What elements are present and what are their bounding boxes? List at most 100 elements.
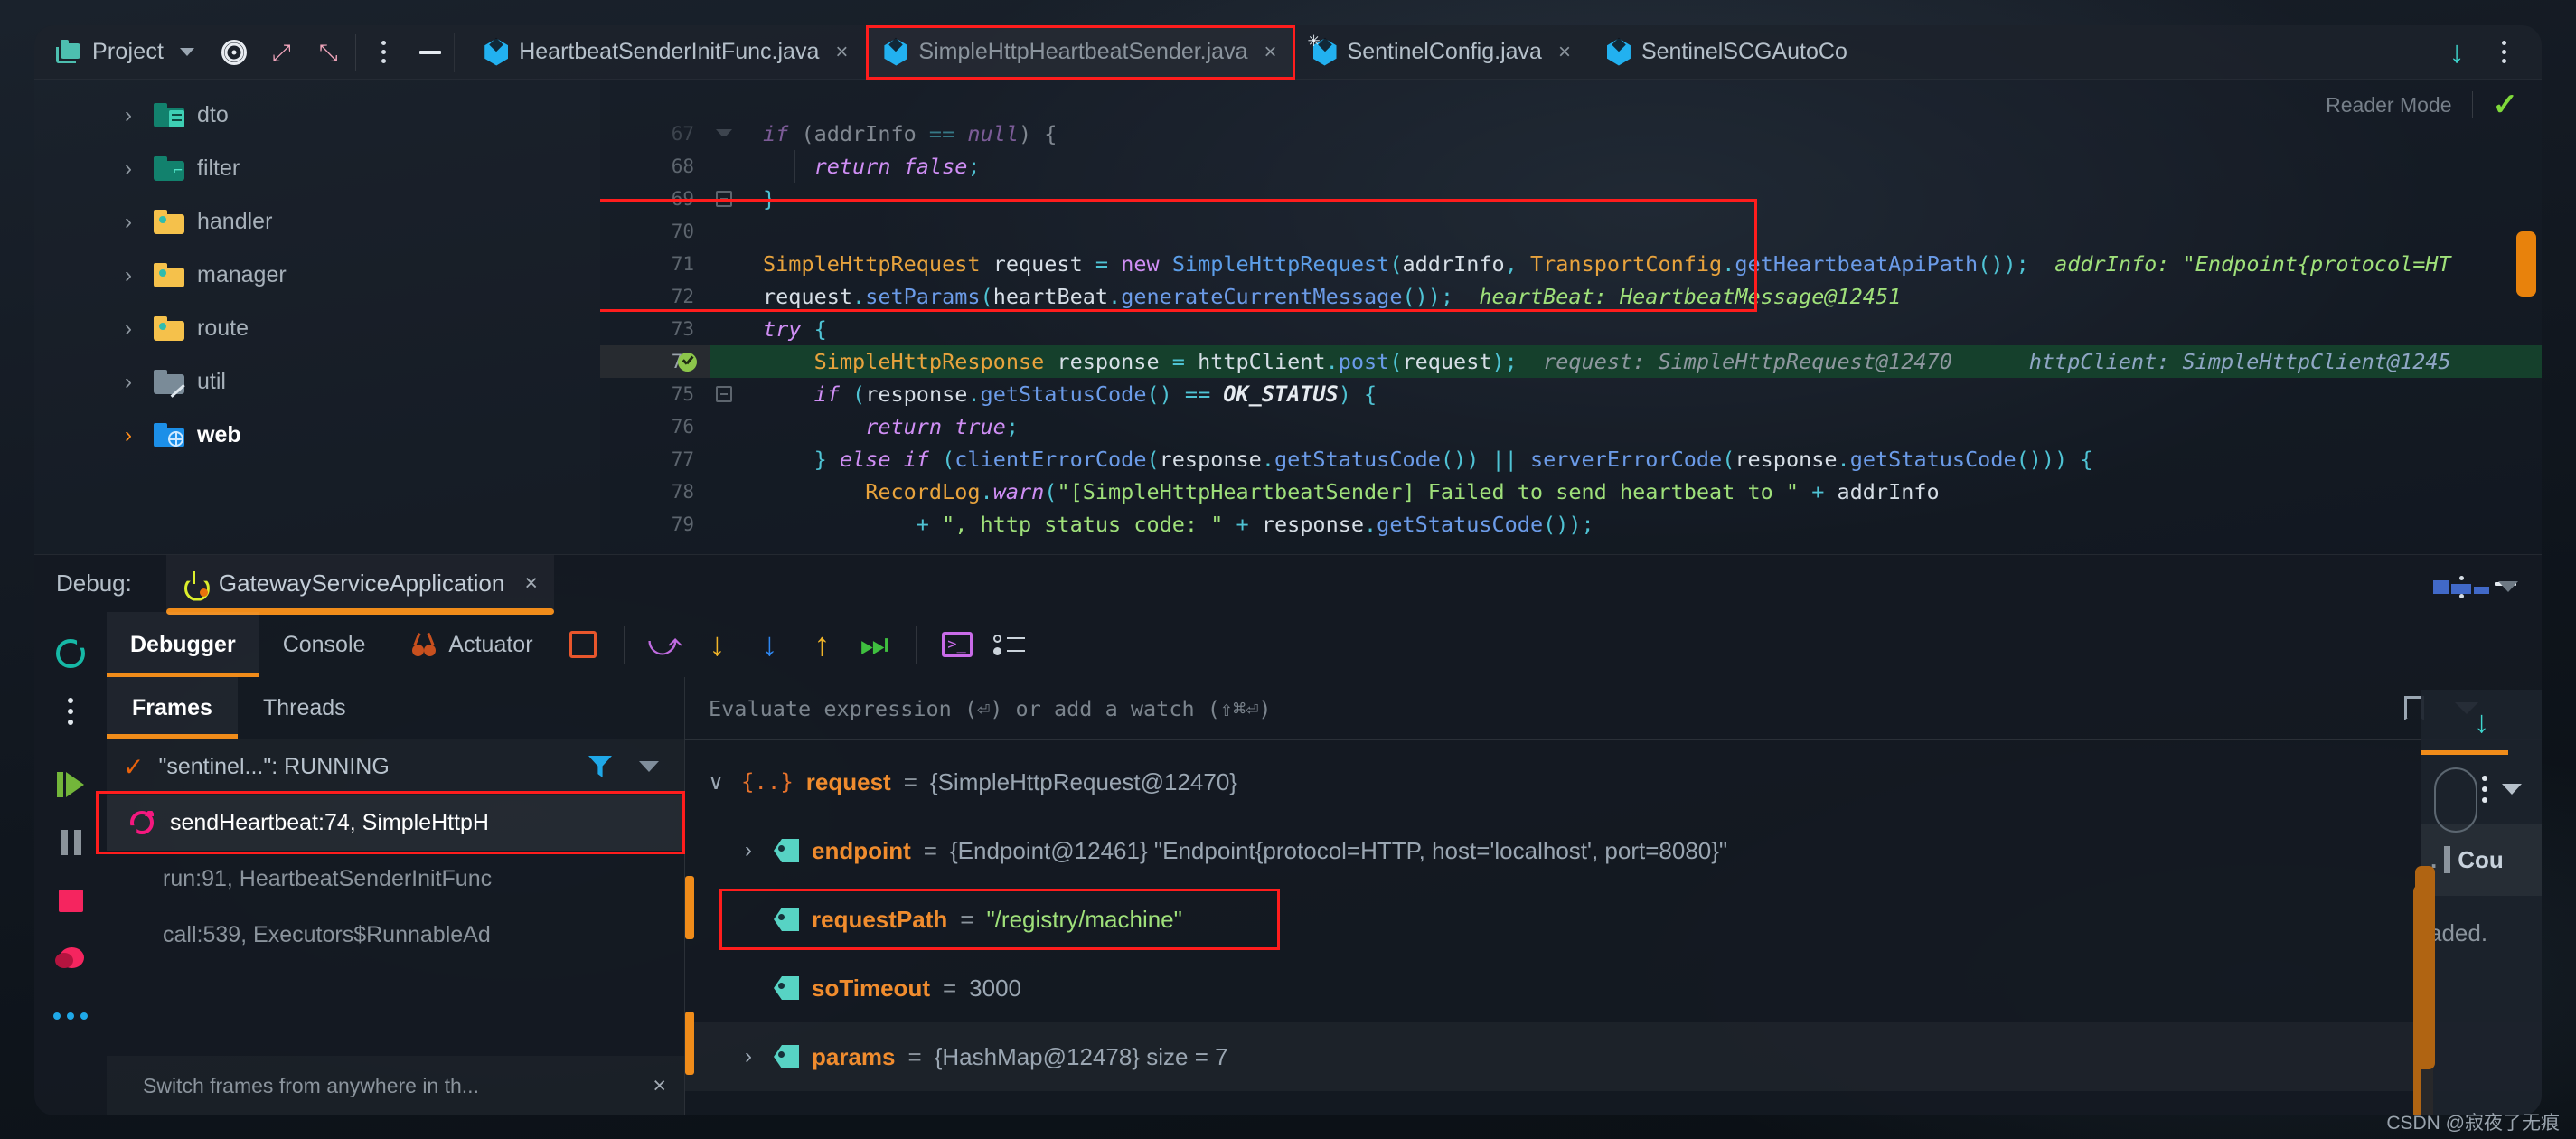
stop-button[interactable] bbox=[34, 871, 107, 929]
resume-program-button[interactable] bbox=[34, 756, 107, 814]
run-configuration-chip[interactable]: GatewayServiceApplication × bbox=[165, 555, 555, 615]
chevron-right-icon[interactable]: › bbox=[125, 210, 141, 235]
step-out-button[interactable]: ↑ bbox=[796, 612, 849, 677]
chevron-right-icon[interactable]: › bbox=[125, 263, 141, 288]
tab-debugger[interactable]: Debugger bbox=[107, 612, 259, 677]
code-text: try { bbox=[763, 316, 827, 342]
debug-tab-strip: Debugger Console Actuator ⤻ ↓ ↓ ↑ ⏭ >_ bbox=[107, 612, 2542, 677]
layout-settings-button[interactable] bbox=[557, 612, 609, 677]
folder-blue-web-icon bbox=[154, 423, 184, 447]
tree-item-util[interactable]: › util bbox=[34, 355, 600, 409]
minus-icon bbox=[419, 50, 442, 54]
layout-grid-icon[interactable] bbox=[2433, 579, 2489, 594]
chevron-down-icon[interactable] bbox=[2498, 581, 2518, 592]
collapse-all-button[interactable]: ⤡ bbox=[305, 25, 352, 80]
more-debug-actions-button[interactable] bbox=[34, 987, 107, 1045]
close-icon[interactable]: × bbox=[1558, 40, 1571, 65]
thread-selector[interactable]: ✓ "sentinel...": RUNNING bbox=[107, 739, 684, 795]
folder-green-dto-icon bbox=[154, 103, 184, 127]
evaluate-expression-button[interactable]: >_ bbox=[931, 612, 983, 677]
force-step-into-button[interactable]: ↓ bbox=[744, 612, 796, 677]
close-icon[interactable]: × bbox=[524, 570, 538, 597]
rerun-button[interactable] bbox=[34, 625, 107, 682]
editor-scrollbar-marker[interactable] bbox=[2516, 231, 2536, 297]
close-icon[interactable]: × bbox=[1264, 40, 1277, 65]
editor-tab-2[interactable]: SentinelConfig.java × bbox=[1295, 25, 1589, 80]
variable-row-endpoint[interactable]: › endpoint = {Endpoint@12461} "Endpoint{… bbox=[685, 816, 2542, 885]
project-options-button[interactable] bbox=[360, 25, 407, 80]
variable-row-soTimeout[interactable]: soTimeout = 3000 bbox=[685, 954, 2542, 1022]
tree-item-dto[interactable]: › dto bbox=[34, 89, 600, 142]
view-breakpoints-button[interactable] bbox=[34, 929, 107, 987]
secondary-panel-row[interactable]: . Cou bbox=[2421, 824, 2542, 896]
frame-row-1[interactable]: run:91, HeartbeatSenderInitFunc bbox=[107, 851, 684, 907]
tree-item-route[interactable]: › route bbox=[34, 302, 600, 355]
variable-value: 3000 bbox=[969, 974, 1022, 1002]
tab-label: Actuator bbox=[448, 631, 533, 657]
code-line-76: 76 return true; bbox=[600, 410, 2542, 443]
tree-item-handler[interactable]: › handler bbox=[34, 195, 600, 249]
step-into-icon: ↓ bbox=[709, 626, 726, 663]
chevron-right-icon[interactable]: › bbox=[125, 103, 141, 128]
fold-collapse-icon[interactable] bbox=[716, 191, 732, 207]
code-editor[interactable]: Reader Mode ✓ 67 if (addrInfo == null) {… bbox=[600, 80, 2542, 554]
pause-program-button[interactable] bbox=[34, 814, 107, 871]
close-icon[interactable]: × bbox=[653, 1073, 666, 1099]
variable-row-request[interactable]: ∨ {..} request = {SimpleHttpRequest@1247… bbox=[685, 748, 2542, 816]
project-folder-icon bbox=[56, 39, 81, 63]
step-over-button[interactable]: ⤻ bbox=[639, 612, 691, 677]
chevron-down-icon[interactable] bbox=[2502, 784, 2522, 795]
tab-threads[interactable]: Threads bbox=[238, 677, 371, 739]
frame-row-2[interactable]: call:539, Executors$RunnableAd bbox=[107, 907, 684, 963]
editor-tab-1[interactable]: SimpleHttpHeartbeatSender.java × bbox=[866, 25, 1295, 80]
project-button-label[interactable]: Project bbox=[92, 39, 164, 65]
secondary-panel-label: Cou bbox=[2458, 845, 2504, 873]
settings-list-button[interactable] bbox=[983, 612, 1036, 677]
editor-tab-3[interactable]: SentinelSCGAutoCo bbox=[1589, 25, 1866, 80]
step-into-button[interactable]: ↓ bbox=[691, 612, 744, 677]
chevron-down-icon[interactable] bbox=[639, 761, 659, 772]
frame-row-selected[interactable]: sendHeartbeat:74, SimpleHttpH bbox=[107, 795, 684, 851]
close-icon[interactable]: × bbox=[835, 40, 848, 65]
chevron-right-icon[interactable]: › bbox=[125, 156, 141, 182]
code-text: if (addrInfo == null) { bbox=[763, 121, 1058, 146]
editor-options-button[interactable] bbox=[2480, 25, 2527, 80]
twisty-icon[interactable]: › bbox=[736, 838, 761, 863]
variable-row-requestPath[interactable]: requestPath = "/registry/machine" bbox=[685, 885, 2542, 954]
more-run-options-button[interactable] bbox=[34, 682, 107, 740]
filter-funnel-icon[interactable] bbox=[588, 756, 612, 777]
select-opened-file-button[interactable] bbox=[211, 25, 258, 80]
right-scrollbar-thumb[interactable] bbox=[2415, 866, 2435, 1069]
tree-item-manager[interactable]: › manager bbox=[34, 249, 600, 302]
run-to-cursor-button[interactable]: ⏭ bbox=[849, 612, 901, 677]
tree-item-label: dto bbox=[197, 102, 229, 127]
kebab-menu-icon[interactable] bbox=[2482, 776, 2487, 803]
tab-console[interactable]: Console bbox=[259, 612, 390, 677]
fold-triangle-icon[interactable] bbox=[716, 129, 732, 146]
arrow-down-icon[interactable]: ↓ bbox=[2474, 707, 2489, 738]
expand-all-button[interactable]: ⤢ bbox=[258, 25, 305, 80]
toggle-pill[interactable] bbox=[2434, 767, 2477, 833]
editor-tab-0[interactable]: HeartbeatSenderInitFunc.java × bbox=[466, 25, 866, 80]
chevron-right-icon[interactable]: › bbox=[125, 316, 141, 342]
project-dropdown-button[interactable] bbox=[164, 25, 211, 80]
chevron-right-icon[interactable]: › bbox=[125, 423, 141, 448]
scroll-tabs-down-button[interactable]: ↓ bbox=[2433, 25, 2480, 80]
chevron-right-icon[interactable]: › bbox=[125, 370, 141, 395]
hide-project-panel-button[interactable] bbox=[407, 25, 454, 80]
frames-tab-strip: Frames Threads bbox=[107, 677, 684, 739]
variable-row-params[interactable]: › params = {HashMap@12478} size = 7 bbox=[685, 1022, 2542, 1091]
debug-side-toolbar bbox=[34, 612, 107, 1115]
tab-frames[interactable]: Frames bbox=[107, 677, 238, 739]
twisty-icon[interactable]: ∨ bbox=[703, 769, 729, 795]
tree-item-filter[interactable]: › ⌐ filter bbox=[34, 142, 600, 195]
ide-window: Project ⤢ ⤡ HeartbeatSenderInitFunc.java… bbox=[34, 25, 2542, 1115]
twisty-icon[interactable]: › bbox=[736, 1044, 761, 1069]
evaluate-expression-bar[interactable]: Evaluate expression (⏎) or add a watch (… bbox=[685, 677, 2542, 740]
tree-item-web[interactable]: › web bbox=[34, 409, 600, 462]
reader-mode-label[interactable]: Reader Mode bbox=[2326, 93, 2451, 118]
fold-collapse-icon[interactable] bbox=[716, 386, 732, 402]
code-line-71: 71 SimpleHttpRequest request = new Simpl… bbox=[600, 248, 2542, 280]
tab-actuator[interactable]: Actuator bbox=[389, 612, 556, 677]
inspections-ok-icon[interactable]: ✓ bbox=[2493, 89, 2519, 120]
